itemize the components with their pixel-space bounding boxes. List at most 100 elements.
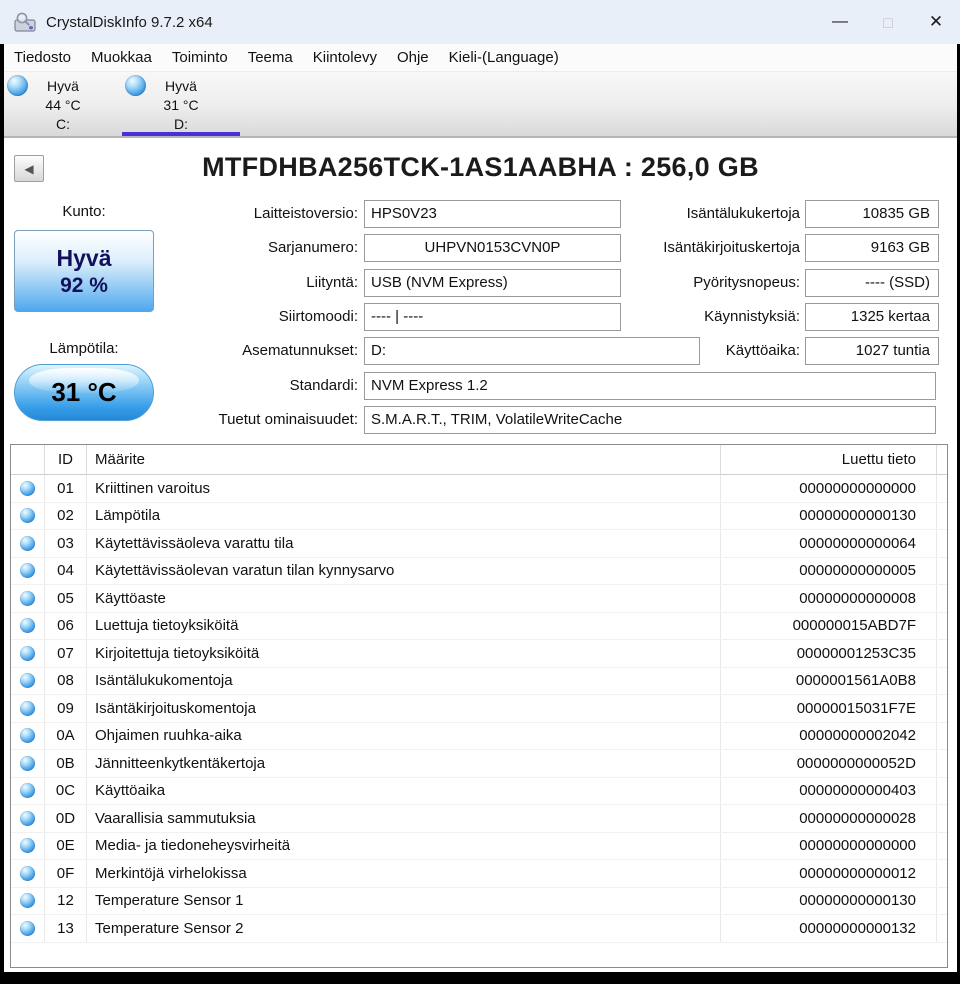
menu-item[interactable]: Kiintolevy bbox=[303, 49, 387, 66]
status-orb-icon bbox=[20, 920, 35, 936]
health-status-button[interactable]: Hyvä 92 % bbox=[14, 230, 154, 312]
window-body: Tiedosto Muokkaa Toiminto Teema Kiintole… bbox=[4, 44, 957, 972]
menu-item[interactable]: Kieli-(Language) bbox=[439, 49, 569, 66]
table-row[interactable]: 0A Ohjaimen ruuhka-aika 00000000002042 bbox=[11, 722, 947, 750]
row-tail bbox=[937, 723, 947, 750]
attribute-raw-value: 00000000000012 bbox=[721, 860, 937, 887]
attribute-raw-value: 00000000002042 bbox=[721, 722, 937, 749]
field-label-power-on-hours: Käyttöaika: bbox=[725, 342, 800, 359]
menu-item[interactable]: Muokkaa bbox=[81, 49, 162, 66]
attribute-raw-value: 00000015031F7E bbox=[721, 695, 937, 722]
row-tail bbox=[937, 833, 947, 860]
attribute-name: Kriittinen varoitus bbox=[87, 475, 721, 502]
field-value-transfer-mode: ---- | ---- bbox=[364, 303, 621, 331]
drive-letter: D: bbox=[174, 116, 188, 132]
health-label: Kunto: bbox=[62, 203, 106, 220]
attribute-name: Käyttöaika bbox=[87, 777, 721, 804]
attribute-id: 0E bbox=[45, 832, 87, 859]
drive-tab-c[interactable]: Hyvä 44 °C C: bbox=[4, 72, 122, 136]
field-value-power-on-count: 1325 kertaa bbox=[805, 303, 939, 331]
temperature-button[interactable]: 31 °C bbox=[14, 364, 154, 421]
header-tail-column bbox=[937, 445, 947, 474]
table-row[interactable]: 02 Lämpötila 00000000000130 bbox=[11, 502, 947, 530]
close-button[interactable]: ✕ bbox=[912, 0, 960, 44]
table-row[interactable]: 0E Media- ja tiedoneheysvirheitä 0000000… bbox=[11, 832, 947, 860]
attribute-id: 09 bbox=[45, 695, 87, 722]
attribute-name: Käyttöaste bbox=[87, 585, 721, 612]
drive-status-orb-icon bbox=[125, 75, 146, 96]
attribute-name: Isäntälukukomentoja bbox=[87, 667, 721, 694]
header-id: ID bbox=[45, 445, 87, 474]
attribute-name: Käytettävissäoleva varattu tila bbox=[87, 530, 721, 557]
table-row[interactable]: 07 Kirjoitettuja tietoyksiköitä 00000001… bbox=[11, 640, 947, 668]
field-label-host-writes: Isäntäkirjoituskertoja bbox=[663, 239, 800, 256]
row-tail bbox=[937, 805, 947, 832]
status-orb-icon bbox=[20, 755, 35, 771]
table-row[interactable]: 09 Isäntäkirjoituskomentoja 00000015031F… bbox=[11, 695, 947, 723]
device-title: MTFDHBA256TCK-1AS1AABHA : 256,0 GB bbox=[202, 152, 759, 182]
drive-temperature: 31 °C bbox=[163, 97, 199, 113]
attribute-raw-value: 00000000000403 bbox=[721, 777, 937, 804]
attribute-raw-value: 00000000000130 bbox=[721, 502, 937, 529]
table-row[interactable]: 04 Käytettävissäolevan varatun tilan kyn… bbox=[11, 557, 947, 585]
status-orb-icon bbox=[20, 783, 35, 799]
attribute-raw-value: 00000000000008 bbox=[721, 585, 937, 612]
attribute-raw-value: 00000000000028 bbox=[721, 805, 937, 832]
status-orb-icon bbox=[20, 700, 35, 716]
attribute-id: 0C bbox=[45, 777, 87, 804]
table-row[interactable]: 03 Käytettävissäoleva varattu tila 00000… bbox=[11, 530, 947, 558]
attribute-raw-value: 00000000000064 bbox=[721, 530, 937, 557]
table-row[interactable]: 13 Temperature Sensor 2 00000000000132 bbox=[11, 915, 947, 943]
attribute-raw-value: 000000015ABD7F bbox=[721, 612, 937, 639]
attribute-id: 05 bbox=[45, 585, 87, 612]
field-value-interface: USB (NVM Express) bbox=[364, 269, 621, 297]
temperature-value: 31 °C bbox=[51, 377, 117, 407]
attribute-id: 0B bbox=[45, 750, 87, 777]
table-row[interactable]: 0B Jännitteenkytkentäkertoja 00000000000… bbox=[11, 750, 947, 778]
status-orb-icon bbox=[20, 618, 35, 634]
attribute-id: 0A bbox=[45, 722, 87, 749]
minimize-button[interactable]: — bbox=[816, 0, 864, 44]
temperature-label: Lämpötila: bbox=[49, 340, 119, 357]
content-area: ◀ MTFDHBA256TCK-1AS1AABHA : 256,0 GB Kun… bbox=[4, 138, 957, 972]
table-row[interactable]: 0D Vaarallisia sammutuksia 0000000000002… bbox=[11, 805, 947, 833]
attribute-id: 03 bbox=[45, 530, 87, 557]
drive-tab-d[interactable]: Hyvä 31 °C D: bbox=[122, 72, 240, 136]
drive-status-orb-icon bbox=[7, 75, 28, 96]
table-row[interactable]: 08 Isäntälukukomentoja 0000001561A0B8 bbox=[11, 667, 947, 695]
attribute-name: Temperature Sensor 2 bbox=[87, 915, 721, 942]
attribute-id: 0D bbox=[45, 805, 87, 832]
row-tail bbox=[937, 750, 947, 777]
header-status-column bbox=[11, 445, 45, 474]
attribute-id: 06 bbox=[45, 612, 87, 639]
row-tail bbox=[937, 640, 947, 667]
attribute-name: Temperature Sensor 1 bbox=[87, 887, 721, 914]
status-orb-icon bbox=[20, 728, 35, 744]
field-value-serial: UHPVN0153CVN0P bbox=[364, 234, 621, 262]
status-orb-icon bbox=[20, 838, 35, 854]
menu-item[interactable]: Toiminto bbox=[162, 49, 238, 66]
maximize-button: ◻ bbox=[881, 14, 895, 31]
menu-item[interactable]: Tiedosto bbox=[4, 49, 81, 66]
attribute-raw-value: 00000000000000 bbox=[721, 475, 937, 502]
drive-tab-bar: Hyvä 44 °C C: Hyvä 31 °C D: bbox=[4, 72, 957, 138]
row-tail bbox=[937, 503, 947, 530]
menu-item[interactable]: Ohje bbox=[387, 49, 439, 66]
row-tail bbox=[937, 530, 947, 557]
field-label-host-reads: Isäntälukukertoja bbox=[686, 205, 800, 222]
table-row[interactable]: 0C Käyttöaika 00000000000403 bbox=[11, 777, 947, 805]
header-attribute: Määrite bbox=[87, 445, 721, 474]
row-tail bbox=[937, 860, 947, 887]
table-row[interactable]: 06 Luettuja tietoyksiköitä 000000015ABD7… bbox=[11, 612, 947, 640]
field-label-rotation-rate: Pyöritysnopeus: bbox=[693, 274, 800, 291]
field-label-interface: Liityntä: bbox=[306, 274, 358, 291]
menu-item[interactable]: Teema bbox=[238, 49, 303, 66]
attribute-name: Kirjoitettuja tietoyksiköitä bbox=[87, 640, 721, 667]
status-orb-icon bbox=[20, 645, 35, 661]
table-row[interactable]: 12 Temperature Sensor 1 00000000000130 bbox=[11, 887, 947, 915]
table-row[interactable]: 01 Kriittinen varoitus 00000000000000 bbox=[11, 475, 947, 503]
table-row[interactable]: 05 Käyttöaste 00000000000008 bbox=[11, 585, 947, 613]
attribute-id: 12 bbox=[45, 887, 87, 914]
field-label-drive-letter: Asematunnukset: bbox=[242, 342, 358, 359]
table-row[interactable]: 0F Merkintöjä virhelokissa 0000000000001… bbox=[11, 860, 947, 888]
